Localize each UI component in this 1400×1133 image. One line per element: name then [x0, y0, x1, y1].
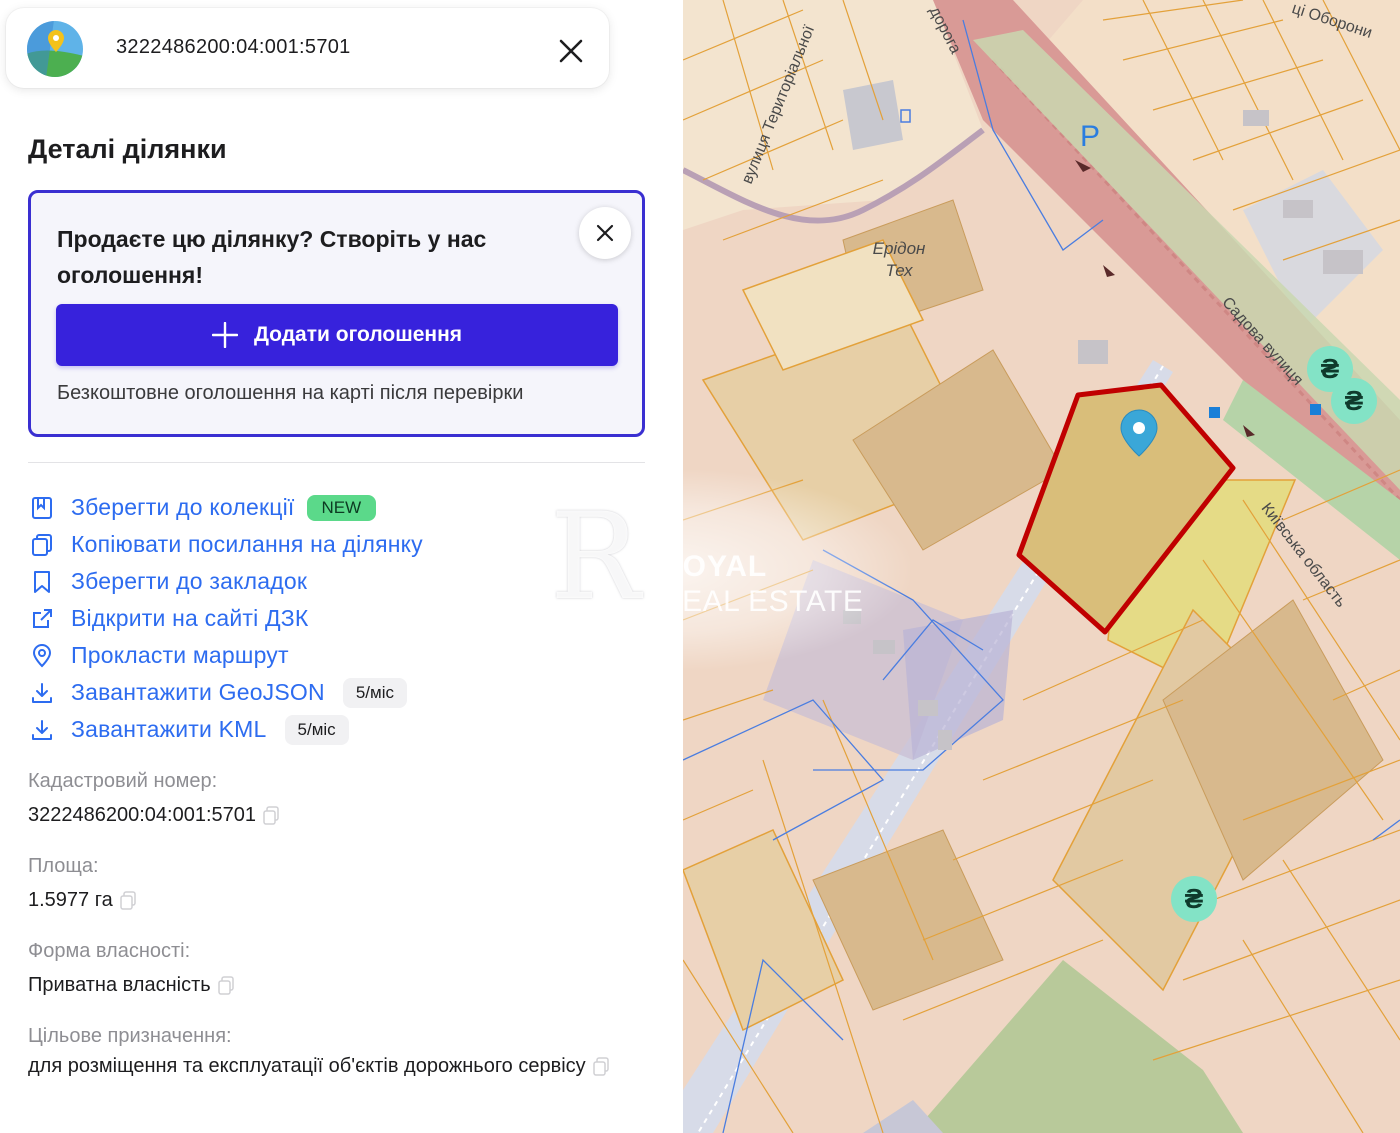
open-dzk-link[interactable]: Відкрити на сайті ДЗК: [28, 600, 423, 637]
ownership-value: Приватна власність: [28, 968, 235, 1003]
action-label: Прокласти маршрут: [71, 642, 289, 668]
promo-text: Продаєте цю ділянку? Створіть у нас огол…: [57, 226, 487, 288]
download-kml-link[interactable]: Завантажити KML 5/міс: [28, 711, 423, 748]
purpose-text[interactable]: для розміщення та експлуатації об'єктів …: [28, 1055, 586, 1077]
action-label: Відкрити на сайті ДЗК: [71, 605, 309, 631]
cadastral-number-label: Кадастровий номер:: [28, 770, 218, 792]
actions-list: Зберегти до колекції NEW Копіювати посил…: [28, 489, 423, 748]
external-link-icon: [28, 605, 56, 633]
hryvnia-icon: ₴: [1344, 385, 1364, 416]
area-text[interactable]: 1.5977 га: [28, 889, 113, 911]
promo-banner: Продаєте цю ділянку? Створіть у нас огол…: [28, 190, 645, 437]
currency-marker[interactable]: ₴: [1331, 378, 1377, 424]
action-label: Копіювати посилання на ділянку: [71, 531, 423, 557]
copy-icon[interactable]: [592, 1056, 610, 1077]
save-to-collection-link[interactable]: Зберегти до колекції NEW: [28, 489, 423, 526]
close-icon: [596, 224, 614, 242]
action-label: Завантажити GeoJSON: [71, 679, 325, 705]
download-icon: [28, 716, 56, 744]
cadastral-number-text[interactable]: 3222486200:04:001:5701: [28, 804, 256, 826]
area-value: 1.5977 га: [28, 883, 137, 918]
collection-icon: [28, 494, 56, 522]
promo-note: Безкоштовне оголошення на карті після пе…: [57, 382, 524, 404]
cadastral-map[interactable]: дорога ці Оборони вулиця Територіальної …: [683, 0, 1400, 1133]
action-label: Зберегти до колекції: [71, 494, 295, 520]
ownership-text[interactable]: Приватна власність: [28, 974, 211, 996]
location-pin-icon: [28, 642, 56, 670]
area-label: Площа:: [28, 855, 99, 877]
bookmark-icon: [28, 568, 56, 596]
copy-link-icon: [28, 531, 56, 559]
ownership-label: Форма власності:: [28, 940, 191, 962]
quota-badge: 5/міс: [284, 714, 349, 745]
map-canvas[interactable]: [683, 0, 1400, 1133]
divider: [28, 462, 645, 463]
purpose-value: для розміщення та експлуатації об'єктів …: [28, 1049, 628, 1084]
map-parking-icon[interactable]: P: [1080, 120, 1100, 154]
build-route-link[interactable]: Прокласти маршрут: [28, 637, 423, 674]
download-geojson-link[interactable]: Завантажити GeoJSON 5/міс: [28, 674, 423, 711]
download-icon: [28, 679, 56, 707]
map-app-logo-icon: [27, 21, 83, 77]
quota-badge: 5/міс: [342, 677, 407, 708]
copy-icon[interactable]: [217, 975, 235, 996]
currency-marker[interactable]: ₴: [1171, 876, 1217, 922]
page-title: Деталі ділянки: [28, 134, 227, 164]
promo-close-button[interactable]: [579, 207, 631, 259]
search-query[interactable]: 3222486200:04:001:5701: [116, 36, 351, 59]
copy-icon[interactable]: [262, 805, 280, 826]
hryvnia-icon: ₴: [1184, 883, 1204, 914]
cadastral-number-value: 3222486200:04:001:5701: [28, 798, 280, 833]
details-panel: 3222486200:04:001:5701 Деталі ділянки Пр…: [0, 0, 683, 1133]
map-label-company: Ерідон Тех: [872, 239, 926, 280]
purpose-label: Цільове призначення:: [28, 1025, 232, 1047]
copy-link-link[interactable]: Копіювати посилання на ділянку: [28, 526, 423, 563]
action-label: Завантажити KML: [71, 716, 267, 742]
close-icon[interactable]: [558, 38, 584, 64]
add-listing-button[interactable]: Додати оголошення: [56, 304, 618, 366]
save-to-bookmarks-link[interactable]: Зберегти до закладок: [28, 563, 423, 600]
copy-icon[interactable]: [119, 890, 137, 911]
action-label: Зберегти до закладок: [71, 568, 308, 594]
search-bar[interactable]: 3222486200:04:001:5701: [6, 8, 609, 88]
new-badge: NEW: [306, 494, 377, 521]
plus-icon: [211, 322, 238, 348]
add-listing-label: Додати оголошення: [253, 323, 463, 346]
hryvnia-icon: ₴: [1320, 353, 1340, 384]
